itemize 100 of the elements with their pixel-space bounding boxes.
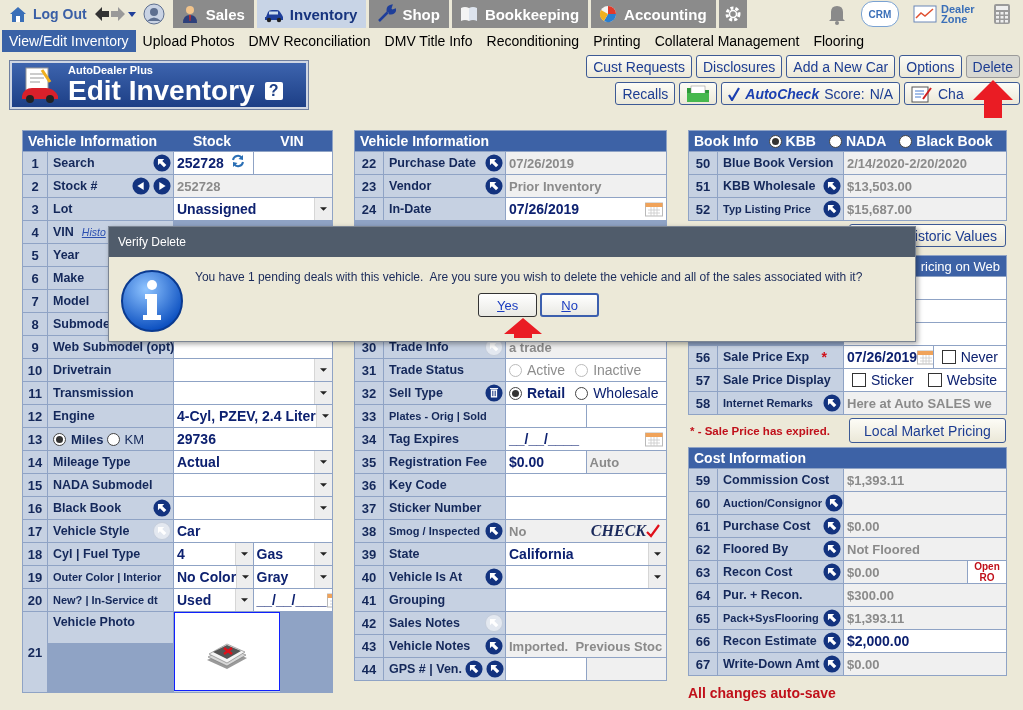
- caret-icon[interactable]: [234, 543, 253, 565]
- dropdown[interactable]: 4-Cyl, PZEV, 2.4 Liter: [174, 405, 332, 427]
- previous-icon[interactable]: [132, 177, 150, 195]
- arrow-circle-icon[interactable]: [486, 660, 504, 678]
- subnav-tab[interactable]: Printing: [586, 30, 648, 52]
- arrow-circle-icon[interactable]: [823, 609, 841, 627]
- subnav-tab[interactable]: View/Edit Inventory: [2, 30, 136, 52]
- text-field[interactable]: $0.00: [506, 451, 586, 473]
- action-button[interactable]: Disclosures: [696, 55, 783, 78]
- logout-link[interactable]: Log Out: [0, 0, 93, 28]
- radio-button[interactable]: KM: [106, 431, 144, 447]
- dropdown[interactable]: Gas: [253, 543, 332, 565]
- arrow-circle-icon[interactable]: [823, 394, 841, 412]
- arrow-circle-icon[interactable]: [485, 637, 503, 655]
- arrow-circle-icon[interactable]: [465, 660, 483, 678]
- settings-button[interactable]: [718, 0, 747, 28]
- open-ro-link[interactable]: Open RO: [968, 561, 1006, 583]
- action-button[interactable]: Options: [899, 55, 962, 78]
- date-field[interactable]: 07/26/2019: [506, 198, 666, 220]
- text-field[interactable]: Car: [174, 520, 332, 542]
- arrow-circle-icon[interactable]: [823, 632, 841, 650]
- text-field[interactable]: [506, 405, 586, 427]
- text-link[interactable]: Histo: [81, 226, 106, 238]
- text-field[interactable]: [586, 405, 666, 427]
- dialog-button[interactable]: No: [540, 293, 600, 317]
- photo-frame[interactable]: [174, 612, 280, 691]
- subnav-tab[interactable]: DMV Reconciliation: [241, 30, 378, 52]
- text-field[interactable]: 29736: [174, 428, 332, 450]
- checkbox[interactable]: Website: [927, 372, 998, 388]
- subnav-tab[interactable]: Reconditioning: [479, 30, 587, 52]
- caret-icon[interactable]: [314, 359, 332, 381]
- action-button[interactable]: Add a New Car: [786, 55, 896, 78]
- caret-icon[interactable]: [314, 566, 332, 588]
- arrow-circle-icon[interactable]: [823, 517, 841, 535]
- subnav-tab[interactable]: DMV Title Info: [377, 30, 480, 52]
- folder-button[interactable]: [679, 82, 718, 105]
- arrow-circle-icon[interactable]: [823, 177, 841, 195]
- arrow-circle-icon[interactable]: [485, 177, 503, 195]
- subnav-tab[interactable]: Collateral Management: [647, 30, 807, 52]
- caret-icon[interactable]: [648, 566, 666, 588]
- arrow-circle-icon[interactable]: [823, 540, 841, 558]
- caret-icon[interactable]: [314, 497, 332, 519]
- dropdown[interactable]: No Color: [174, 566, 253, 588]
- text-field[interactable]: [253, 152, 332, 174]
- radio-button[interactable]: Miles: [53, 431, 104, 447]
- subnav-tab[interactable]: Upload Photos: [135, 30, 242, 52]
- caret-icon[interactable]: [314, 198, 332, 220]
- caret-icon[interactable]: [236, 566, 253, 588]
- action-button[interactable]: Delete: [965, 55, 1020, 78]
- arrow-circle-icon[interactable]: [485, 154, 503, 172]
- arrow-circle-icon[interactable]: [823, 655, 841, 673]
- caret-icon[interactable]: [648, 543, 666, 565]
- market-pricing-button[interactable]: Local Market Pricing: [849, 418, 1006, 443]
- date-field[interactable]: 07/26/2019: [844, 346, 933, 368]
- search-field[interactable]: 252728: [174, 152, 253, 174]
- subnav-tab[interactable]: Flooring: [806, 30, 871, 52]
- text-field[interactable]: [506, 589, 666, 611]
- radio-button[interactable]: KBB: [768, 133, 816, 149]
- dashboard-icon[interactable]: [913, 5, 937, 23]
- module-tab[interactable]: Inventory: [256, 0, 367, 28]
- arrow-circle-icon[interactable]: [153, 154, 171, 172]
- crm-button[interactable]: CRM: [861, 1, 899, 27]
- caret-icon[interactable]: [314, 382, 332, 404]
- arrow-circle-icon[interactable]: [823, 563, 841, 581]
- radio-button[interactable]: Wholesale: [575, 385, 659, 401]
- dropdown[interactable]: Unassigned: [174, 198, 332, 220]
- caret-icon[interactable]: [314, 543, 332, 565]
- text-field[interactable]: [506, 658, 586, 680]
- arrow-circle-icon[interactable]: [825, 494, 843, 512]
- text-field[interactable]: $2,000.00: [844, 630, 1006, 652]
- trash-icon[interactable]: [485, 384, 503, 402]
- arrow-circle-icon[interactable]: [823, 200, 841, 218]
- radio-button[interactable]: NADA: [828, 133, 887, 149]
- recalls-button[interactable]: Recalls: [615, 82, 676, 105]
- arrow-circle-icon[interactable]: [153, 499, 171, 517]
- arrow-circle-icon[interactable]: [485, 522, 503, 540]
- radio-button[interactable]: Retail: [509, 385, 566, 401]
- dropdown[interactable]: 4: [174, 543, 253, 565]
- next-icon[interactable]: [153, 177, 171, 195]
- date-field[interactable]: __/__/____: [506, 428, 666, 450]
- caret-icon[interactable]: [315, 405, 332, 427]
- action-button[interactable]: Cust Requests: [586, 55, 692, 78]
- dealer-zone-link[interactable]: Dealer Zone: [941, 4, 979, 24]
- dropdown[interactable]: Gray: [253, 566, 332, 588]
- text-field[interactable]: [506, 474, 666, 496]
- dialog-button[interactable]: Yes: [478, 293, 538, 317]
- arrow-circle-icon[interactable]: [485, 568, 503, 586]
- user-avatar-icon[interactable]: [142, 3, 165, 25]
- caret-icon[interactable]: [234, 589, 253, 611]
- date-field[interactable]: __/__/____: [253, 589, 332, 611]
- autocheck-button[interactable]: AutoCheck Score: N/A: [721, 82, 900, 105]
- refresh-icon[interactable]: [230, 154, 245, 168]
- text-field[interactable]: [506, 497, 666, 519]
- caret-icon[interactable]: [314, 451, 332, 473]
- dropdown[interactable]: Used: [174, 589, 253, 611]
- radio-button[interactable]: Black Book: [899, 133, 993, 149]
- caret-icon[interactable]: [314, 474, 332, 496]
- dropdown[interactable]: California: [506, 543, 666, 565]
- dropdown[interactable]: Actual: [174, 451, 332, 473]
- bell-icon[interactable]: [827, 3, 847, 25]
